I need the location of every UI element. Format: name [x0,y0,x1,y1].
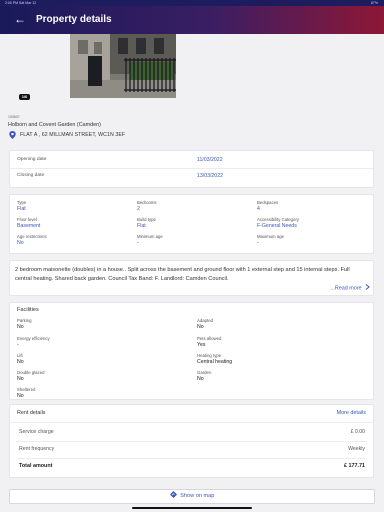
facility-value-heating: Central heating [197,359,233,365]
attr-label-bedrooms: Bedrooms [137,200,157,205]
facility-label-lift: Lift [17,353,23,358]
divider [10,422,373,423]
attr-value-floor-level: Basement [17,223,41,229]
read-more-link[interactable]: ...Read more [330,284,370,292]
attr-value-minimum-age: - [137,240,139,246]
closing-date-label: Closing date [17,173,45,178]
facilities-card: Facilities Parking No Adapted No Energy … [9,302,374,400]
attr-value-accessibility: F-General Needs [257,223,297,229]
facility-label-heating: Heating type [197,353,222,358]
facility-value-adapted: No [197,324,204,330]
facility-value-garden: No [197,376,204,382]
back-arrow-icon[interactable]: ← [14,12,26,26]
total-amount-value: £ 177.71 [344,463,365,469]
facility-label-double-glazed: Double glazed [17,370,45,375]
facility-label-parking: Parking [17,318,32,323]
facility-value-double-glazed: No [17,376,24,382]
attr-value-age-restrictions: No [17,240,24,246]
property-address: FLAT A , 62 MILLMAN STREET, WC1N 3EF [20,132,126,138]
show-on-map-label: Show on map [180,493,215,499]
divider [17,441,367,442]
facilities-title: Facilities [17,307,39,313]
facility-value-energy: - [17,342,19,348]
rent-details-title: Rent details [17,410,46,416]
property-photo[interactable] [70,34,176,98]
app-header: ← Property details [0,6,384,34]
rent-frequency-label: Rent frequency [19,446,55,452]
attributes-card: Type Flat Bedrooms 2 Bedspaces 4 Floor l… [9,194,374,254]
chevron-right-icon [365,284,370,290]
rent-details-card: Rent details More details Service charge… [9,404,374,478]
attr-value-bedspaces: 4 [257,206,260,212]
status-time: 2:00 PM [5,1,19,5]
facility-label-adapted: Adapted [197,318,214,323]
rent-frequency-value: Weekly [348,446,365,452]
facility-value-lift: No [17,359,24,365]
location-pin-icon [9,131,16,139]
attr-value-bedrooms: 2 [137,206,140,212]
property-photo-image [70,34,176,98]
property-description: 2 bedroom maisonette (doubles) in a hous… [15,267,350,282]
show-on-map-button[interactable]: Show on map [9,489,375,504]
map-icon [169,491,177,498]
property-reference: 193607 [8,115,20,119]
dates-card: Opening date 11/03/2022 Closing date 13/… [9,150,374,188]
page-title: Property details [36,14,112,25]
attr-label-maximum-age: Maximum age [257,234,284,239]
facility-label-garden: Garden [197,370,212,375]
attr-label-type: Type [17,200,27,205]
attr-label-bedspaces: Bedspaces [257,200,279,205]
facility-label-sheltered: Sheltered [17,387,36,392]
facility-label-energy: Energy efficiency [17,336,50,341]
opening-date-label: Opening date [17,157,47,162]
attr-value-build-type: Flat [137,223,146,229]
opening-date-value: 11/03/2022 [197,157,223,163]
status-date: Sat Mar 12 [19,1,37,5]
facility-value-pets: Yes [197,342,206,348]
facility-value-sheltered: No [17,393,24,399]
property-office: Holborn and Covent Garden (Camden) [8,122,101,128]
attr-label-accessibility: Accessibility Category [257,217,300,222]
divider [17,458,367,459]
service-charge-value: £ 0.00 [350,429,365,435]
read-more-label: ...Read more [330,285,362,292]
home-indicator [132,507,252,509]
total-amount-label: Total amount [19,463,53,469]
closing-date-value: 13/03/2022 [197,173,223,179]
divider [10,168,373,169]
attr-label-age-restrictions: Age restrictions [17,234,47,239]
attr-label-build-type: Build type [137,217,156,222]
facility-value-parking: No [17,324,24,330]
service-charge-label: Service charge [19,429,54,435]
more-details-link[interactable]: More details [337,410,366,416]
attr-value-type: Flat [17,206,26,212]
attr-label-floor-level: Floor level [17,217,37,222]
facility-label-pets: Pets allowed [197,336,222,341]
photo-count-badge: 1/6 [19,94,30,100]
attr-label-minimum-age: Minimum age [137,234,163,239]
attr-value-maximum-age: - [257,240,259,246]
